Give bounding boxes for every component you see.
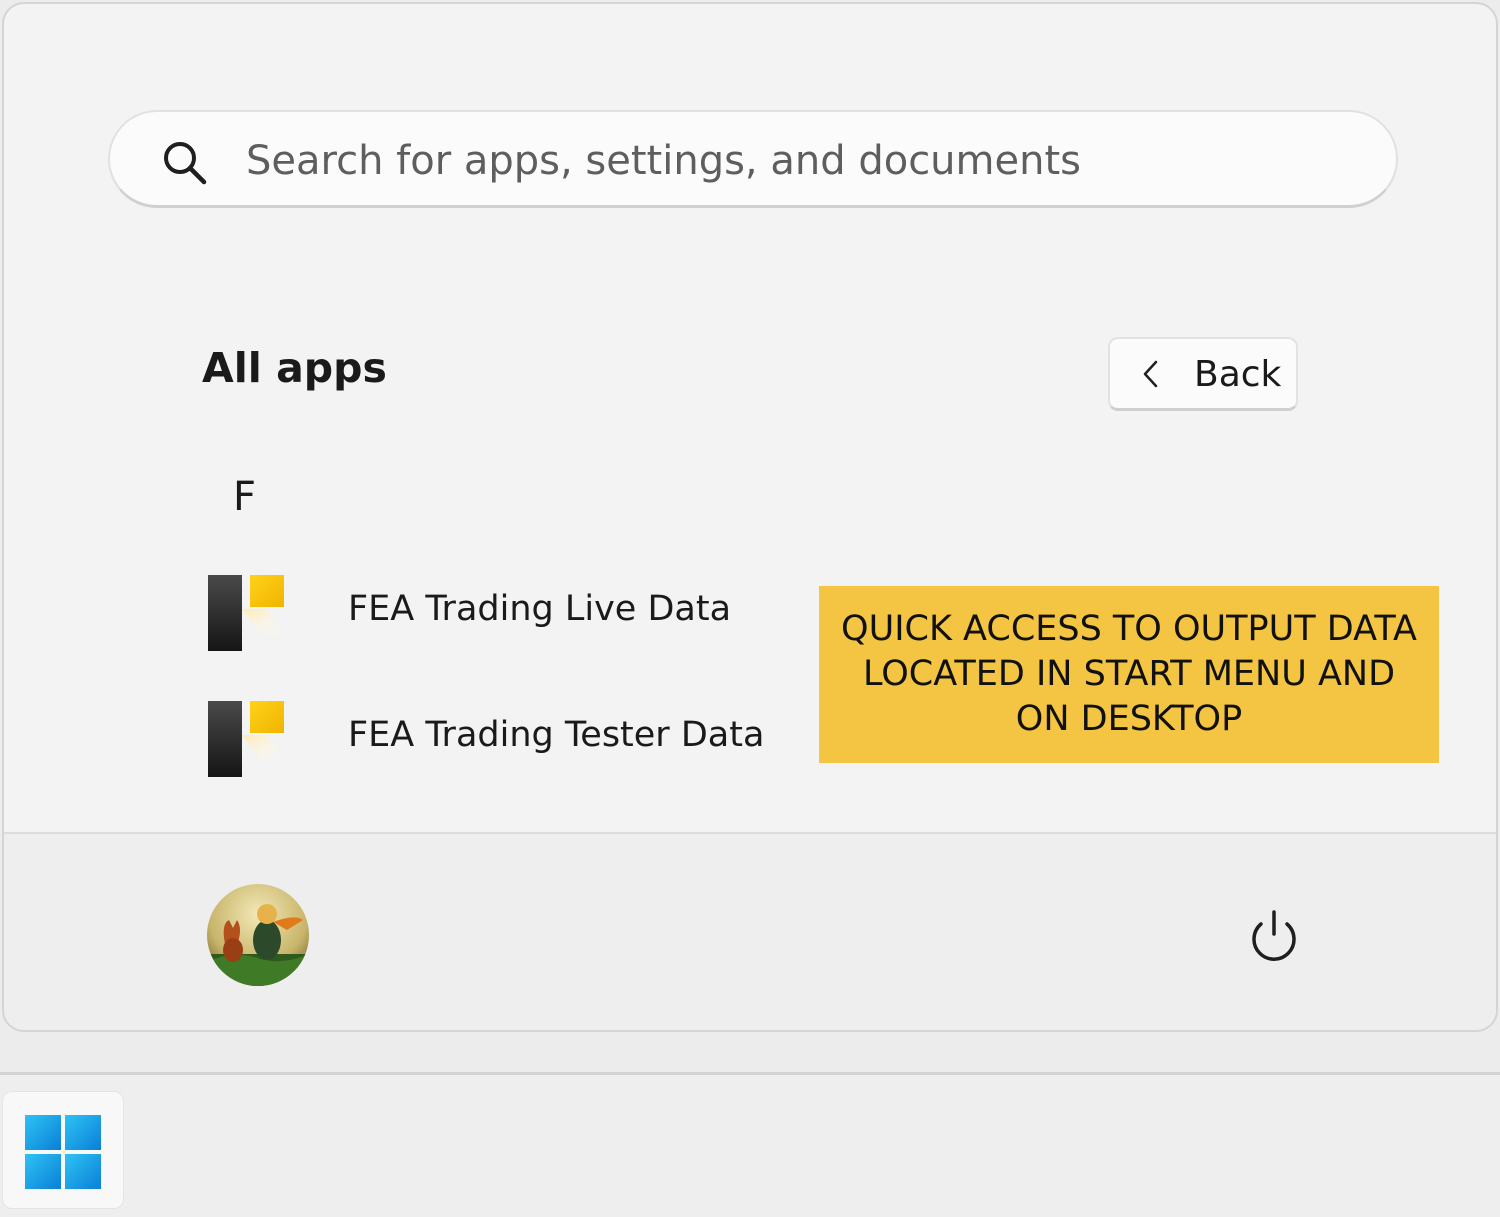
windows-logo-icon [25,1115,101,1189]
search-input[interactable] [246,112,1346,210]
app-label: FEA Trading Live Data [348,589,732,629]
back-button[interactable]: Back [1108,337,1298,411]
start-menu: All apps Back F [2,2,1498,1032]
user-avatar[interactable] [207,884,309,986]
app-label: FEA Trading Tester Data [348,715,765,755]
search-icon [164,142,207,185]
all-apps-title: All apps [202,344,387,392]
letter-group-header[interactable]: F [233,474,256,520]
app-item-fea-trading-live-data[interactable]: FEA Trading Live Data [184,559,784,669]
annotation-callout: QUICK ACCESS TO OUTPUT DATA LOCATED IN S… [819,586,1439,763]
power-icon[interactable] [1242,904,1306,968]
chevron-left-icon [1143,360,1158,388]
start-button[interactable] [2,1091,124,1209]
taskbar [0,1072,1500,1217]
back-button-label: Back [1194,354,1282,395]
search-box[interactable] [108,110,1398,210]
fea-app-icon [208,701,286,777]
fea-app-icon [208,575,286,651]
start-menu-footer [4,832,1496,1030]
app-item-fea-trading-tester-data[interactable]: FEA Trading Tester Data [184,685,784,795]
